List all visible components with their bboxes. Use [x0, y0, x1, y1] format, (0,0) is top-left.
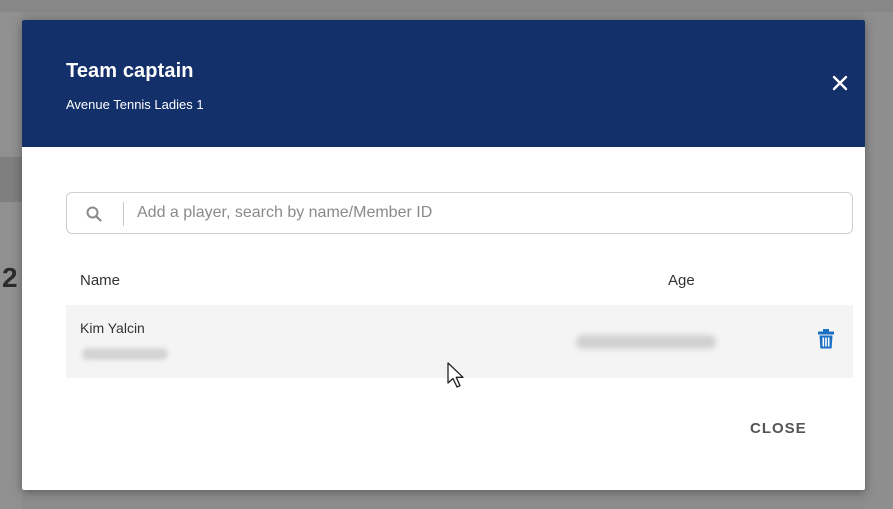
team-captain-dialog: Team captain Avenue Tennis Ladies 1 Name… — [22, 20, 865, 490]
backdrop-right — [865, 12, 893, 509]
dialog-header: Team captain Avenue Tennis Ladies 1 — [22, 20, 865, 147]
search-input[interactable] — [137, 201, 837, 225]
redacted-member-id — [82, 348, 168, 360]
column-header-age: Age — [668, 272, 695, 289]
backdrop-text-fragment: 2 — [2, 262, 18, 293]
search-divider — [123, 202, 124, 226]
player-name: Kim Yalcin — [80, 320, 145, 336]
dialog-subtitle: Avenue Tennis Ladies 1 — [66, 97, 204, 112]
search-icon — [85, 205, 103, 223]
close-button[interactable]: CLOSE — [750, 420, 807, 437]
close-icon[interactable] — [829, 72, 851, 94]
backdrop-band — [0, 157, 22, 202]
trash-icon[interactable] — [817, 328, 835, 350]
backdrop-left: 2 — [0, 12, 22, 509]
column-header-name: Name — [80, 272, 121, 289]
mouse-pointer-icon — [446, 361, 468, 391]
dialog-title: Team captain — [66, 60, 194, 82]
redacted-age — [576, 335, 716, 349]
player-search[interactable] — [66, 192, 853, 234]
backdrop-top — [0, 0, 893, 12]
